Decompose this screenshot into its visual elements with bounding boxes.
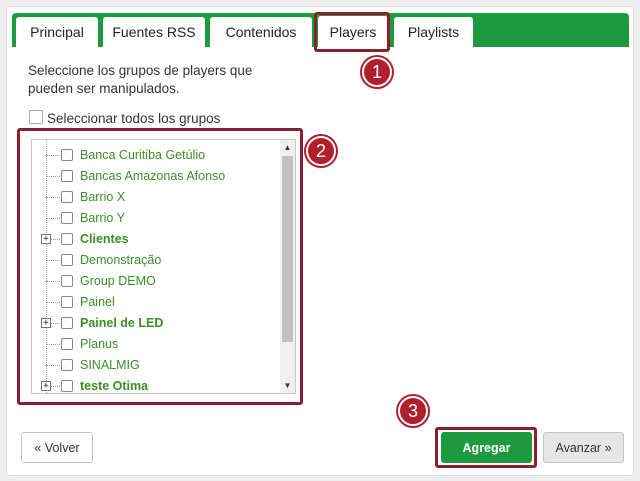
tree-connector <box>46 218 60 219</box>
tree-item[interactable]: + Painel de LED <box>32 313 282 334</box>
tree-item[interactable]: Barrio X <box>32 187 282 208</box>
tree-scrollbar[interactable]: ▲ ▼ <box>280 140 295 393</box>
tree-connector <box>46 281 60 282</box>
group-label[interactable]: Barrio Y <box>80 211 125 225</box>
group-checkbox[interactable] <box>61 170 73 182</box>
tab-principal[interactable]: Principal <box>16 17 98 47</box>
tree-connector <box>46 302 60 303</box>
tree-connector <box>46 365 60 366</box>
group-label[interactable]: Banca Curitiba Getúlio <box>80 148 205 162</box>
select-all-checkbox[interactable] <box>29 109 43 124</box>
group-label[interactable]: Painel de LED <box>80 316 163 330</box>
group-label[interactable]: Painel <box>80 295 115 309</box>
tree-connector <box>46 260 60 261</box>
player-groups-tree: Banca Curitiba Getúlio Bancas Amazonas Af… <box>31 139 296 394</box>
group-label[interactable]: Group DEMO <box>80 274 156 288</box>
tree-item[interactable]: Group DEMO <box>32 271 282 292</box>
group-checkbox[interactable] <box>61 275 73 287</box>
group-label[interactable]: Barrio X <box>80 190 125 204</box>
tab-contenidos[interactable]: Contenidos <box>210 17 312 47</box>
group-label[interactable]: Bancas Amazonas Afonso <box>80 169 225 183</box>
tree-item[interactable]: SINALMIG <box>32 355 282 376</box>
tree-connector <box>46 155 60 156</box>
scroll-down-arrow-icon[interactable]: ▼ <box>280 378 295 393</box>
expand-plus-icon[interactable]: + <box>41 234 51 244</box>
tree-item[interactable]: + teste Otima <box>32 376 282 393</box>
add-button[interactable]: Agregar <box>441 432 532 463</box>
step-badge-3: 3 <box>398 396 428 426</box>
group-label[interactable]: Demonstração <box>80 253 161 267</box>
step-badge-2: 2 <box>306 136 336 166</box>
scroll-thumb[interactable] <box>282 156 293 342</box>
group-label[interactable]: teste Otima <box>80 379 148 393</box>
select-all-label: Seleccionar todos los grupos <box>47 111 221 126</box>
expand-plus-icon[interactable]: + <box>41 381 51 391</box>
scroll-up-arrow-icon[interactable]: ▲ <box>280 140 295 155</box>
group-checkbox[interactable] <box>61 254 73 266</box>
group-label[interactable]: SINALMIG <box>80 358 140 372</box>
next-button[interactable]: Avanzar » <box>543 432 624 463</box>
tree-connector <box>46 197 60 198</box>
group-checkbox[interactable] <box>61 149 73 161</box>
group-checkbox[interactable] <box>61 191 73 203</box>
tree-item[interactable]: + Clientes <box>32 229 282 250</box>
group-checkbox[interactable] <box>61 296 73 308</box>
group-checkbox[interactable] <box>61 212 73 224</box>
tree-connector <box>46 344 60 345</box>
group-checkbox[interactable] <box>61 233 73 245</box>
group-label[interactable]: Clientes <box>80 232 129 246</box>
tab-playlists[interactable]: Playlists <box>394 17 473 47</box>
group-checkbox[interactable] <box>61 359 73 371</box>
tab-players[interactable]: Players <box>318 16 388 48</box>
group-label[interactable]: Planus <box>80 337 118 351</box>
tree-item[interactable]: Demonstração <box>32 250 282 271</box>
tree-item[interactable]: Banca Curitiba Getúlio <box>32 145 282 166</box>
tree-item[interactable]: Barrio Y <box>32 208 282 229</box>
instruction-text: Seleccione los grupos de players que pue… <box>28 63 253 96</box>
tree-connector <box>46 176 60 177</box>
expand-plus-icon[interactable]: + <box>41 318 51 328</box>
tab-fuentes-rss[interactable]: Fuentes RSS <box>103 17 205 47</box>
back-button[interactable]: « Volver <box>21 432 93 463</box>
group-checkbox[interactable] <box>61 380 73 392</box>
tree-item[interactable]: Painel <box>32 292 282 313</box>
group-checkbox[interactable] <box>61 338 73 350</box>
tree-item[interactable]: Planus <box>32 334 282 355</box>
tree-item[interactable]: Bancas Amazonas Afonso <box>32 166 282 187</box>
step-badge-1: 1 <box>362 57 392 87</box>
select-all-groups[interactable]: Seleccionar todos los grupos <box>29 109 221 126</box>
group-checkbox[interactable] <box>61 317 73 329</box>
